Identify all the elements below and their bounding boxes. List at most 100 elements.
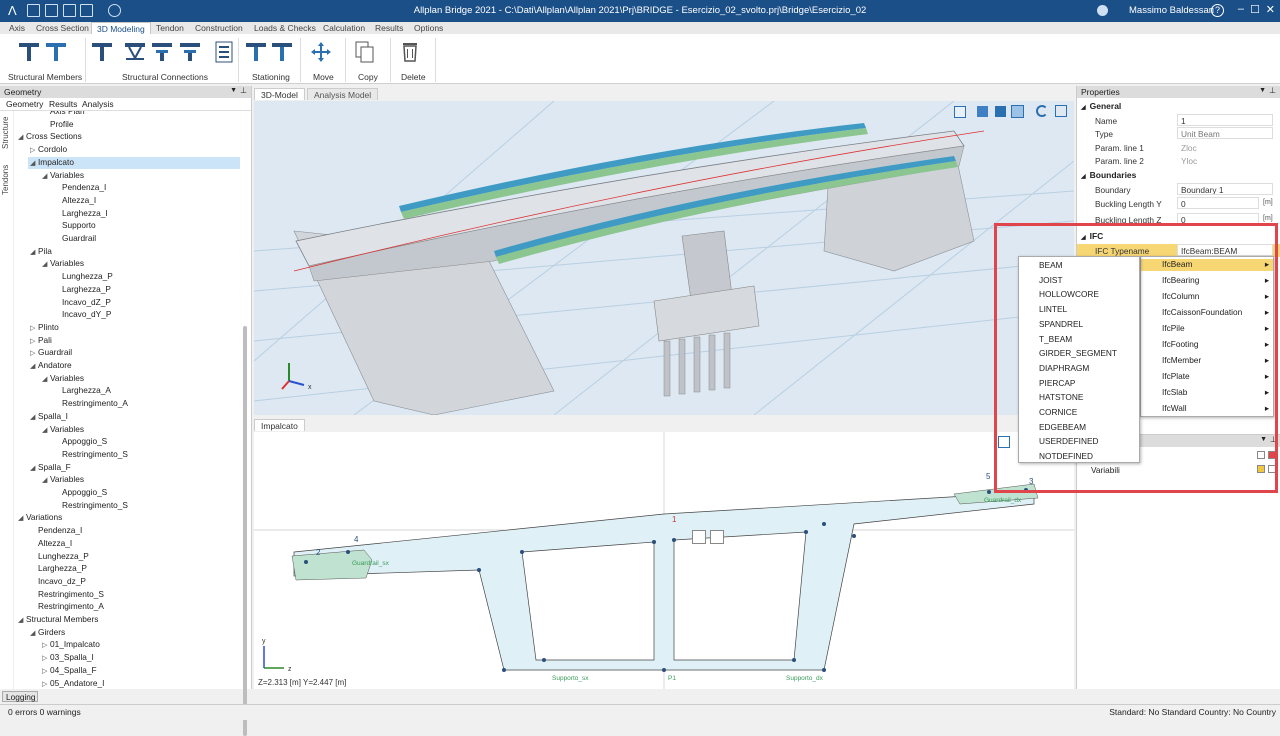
subtab-results[interactable]: Results [49, 99, 77, 109]
tree-node[interactable]: Restringimento_S [54, 449, 128, 461]
group-copy[interactable]: Copy [358, 72, 378, 82]
expand-toggle-icon[interactable]: ◢ [42, 476, 50, 484]
node-properties-icon[interactable] [710, 530, 724, 544]
tree-node[interactable]: ◢ Variables [42, 424, 84, 436]
tree-node[interactable]: ▷ Plinto [30, 322, 59, 334]
expand-toggle-icon[interactable]: ▷ [30, 146, 38, 154]
tree-node[interactable]: ◢ Cross Sections [18, 131, 82, 143]
boundary-select[interactable]: Boundary 1 [1177, 183, 1273, 195]
tab-construction[interactable]: Construction [195, 22, 243, 34]
tree-node[interactable]: Axis Plan [42, 111, 85, 118]
stationing-variant-icon[interactable] [270, 40, 294, 64]
3d-model-view[interactable]: x [254, 101, 1074, 415]
copy-icon[interactable] [353, 40, 377, 64]
connection-bearing-icon[interactable] [150, 40, 174, 64]
tree-node[interactable]: Larghezza_I [54, 208, 108, 220]
tree-node[interactable]: Incavo_dY_P [54, 309, 111, 321]
delete-node-icon[interactable] [692, 530, 706, 544]
tab-tendon[interactable]: Tendon [156, 22, 184, 34]
close-button[interactable]: ✕ [1266, 3, 1275, 16]
expand-toggle-icon[interactable]: ◢ [42, 260, 50, 268]
cross-section-view[interactable]: 2 4 1 5 3 Guardrail_sx Guardrail_dx Supp… [254, 432, 1074, 689]
tab-analysis-model[interactable]: Analysis Model [307, 88, 379, 100]
expand-toggle-icon[interactable]: ▷ [30, 337, 38, 345]
tree-node[interactable]: ▷ 03_Spalla_I [42, 652, 94, 664]
tab-loads-checks[interactable]: Loads & Checks [254, 22, 316, 34]
expand-toggle-icon[interactable]: ▷ [42, 680, 50, 688]
tab-options[interactable]: Options [414, 22, 443, 34]
connection-list-icon[interactable] [212, 40, 236, 64]
tree-node[interactable]: Guardrail [54, 233, 96, 245]
tree-node[interactable]: Restringimento_A [30, 601, 104, 613]
structural-member-icon[interactable] [17, 40, 41, 64]
expand-toggle-icon[interactable]: ◢ [42, 426, 50, 434]
tree-node[interactable]: ◢ Variables [42, 170, 84, 182]
expand-toggle-icon[interactable]: ◢ [30, 464, 38, 472]
tab-results[interactable]: Results [375, 22, 403, 34]
tree-node[interactable]: Larghezza_A [54, 385, 111, 397]
group-delete[interactable]: Delete [401, 72, 426, 82]
vtab-structure[interactable]: Structure [1, 117, 10, 149]
tree-node[interactable]: Restringimento_A [54, 398, 128, 410]
section-general[interactable]: ◢ General [1081, 101, 1121, 111]
tree-node[interactable]: Restringimento_S [54, 500, 128, 512]
tree-node[interactable]: ◢ Structural Members [18, 614, 98, 626]
section-boundaries[interactable]: ◢ Boundaries [1081, 170, 1136, 180]
screenshot-icon[interactable] [954, 106, 966, 118]
tree-node[interactable]: Lunghezza_P [54, 271, 113, 283]
structural-member-variant-icon[interactable] [44, 40, 68, 64]
connection-pin-icon[interactable] [123, 40, 147, 64]
tree-node[interactable]: Appoggio_S [54, 487, 107, 499]
tab-section-impalcato[interactable]: Impalcato [254, 419, 305, 431]
tree-node[interactable]: ◢ Pila [30, 246, 52, 258]
minimize-button[interactable]: – [1238, 3, 1244, 15]
expand-toggle-icon[interactable]: ◢ [18, 616, 26, 624]
tree-node[interactable]: ◢ Variables [42, 373, 84, 385]
tree-node[interactable]: Larghezza_P [30, 563, 87, 575]
view-shaded-icon[interactable] [995, 106, 1006, 117]
tree-node[interactable]: ▷ Guardrail [30, 347, 72, 359]
tab-calculation[interactable]: Calculation [323, 22, 365, 34]
expand-toggle-icon[interactable]: ◢ [30, 413, 38, 421]
tree-node[interactable]: Profile [42, 119, 74, 131]
move-icon[interactable] [309, 40, 333, 64]
tree-node[interactable]: ◢ Spalla_F [30, 462, 71, 474]
tree-node[interactable]: Larghezza_P [54, 284, 111, 296]
stationing-icon[interactable] [244, 40, 268, 64]
fit-view-icon[interactable] [1055, 105, 1067, 117]
logging-tab[interactable]: Logging [2, 691, 38, 702]
tree-node[interactable]: ◢ Impalcato [28, 156, 240, 169]
tree-node[interactable]: Pendenza_I [30, 525, 82, 537]
tree-node[interactable]: ◢ Girders [30, 627, 65, 639]
tab-3d-modeling[interactable]: 3D Modeling [91, 22, 151, 34]
tree-node[interactable]: ◢ Andatore [30, 360, 72, 372]
refresh-icon[interactable] [1036, 105, 1048, 117]
vtab-tendons[interactable]: Tendons [1, 165, 10, 195]
tree-node[interactable]: ▷ 01_Impalcato [42, 639, 100, 651]
expand-toggle-icon[interactable]: ▷ [42, 641, 50, 649]
pin-icon[interactable]: ⊥ [1269, 86, 1276, 95]
subtab-geometry[interactable]: Geometry [6, 99, 43, 109]
tree-node[interactable]: Altezza_I [30, 538, 72, 550]
connection-support-icon[interactable] [178, 40, 202, 64]
tree-node[interactable]: ▷ Cordolo [30, 144, 67, 156]
tree-node[interactable]: ▷ 04_Spalla_F [42, 665, 97, 677]
tree-node[interactable]: ◢ Variations [18, 512, 62, 524]
tree-node[interactable]: Supporto [54, 220, 96, 232]
tab-3d-model[interactable]: 3D-Model [254, 88, 305, 100]
tree-node[interactable]: Incavo_dZ_P [54, 297, 111, 309]
tree-node[interactable]: ▷ 05_Andatore_I [42, 678, 104, 690]
tree-node[interactable]: ◢ Spalla_I [30, 411, 68, 423]
subtab-analysis[interactable]: Analysis [82, 99, 114, 109]
tree-node[interactable]: ◢ Variables [42, 258, 84, 270]
expand-toggle-icon[interactable]: ◢ [18, 514, 26, 522]
tree-node[interactable]: Appoggio_S [54, 436, 107, 448]
tree-scrollbar[interactable] [243, 326, 247, 736]
chevron-down-icon[interactable]: ▼ [1259, 87, 1266, 94]
expand-toggle-icon[interactable]: ◢ [42, 375, 50, 383]
expand-toggle-icon[interactable]: ◢ [18, 133, 26, 141]
view-cube-icon[interactable] [977, 106, 988, 117]
expand-toggle-icon[interactable]: ◢ [30, 248, 38, 256]
delete-trash-icon[interactable] [398, 40, 422, 64]
expand-toggle-icon[interactable]: ◢ [42, 172, 50, 180]
